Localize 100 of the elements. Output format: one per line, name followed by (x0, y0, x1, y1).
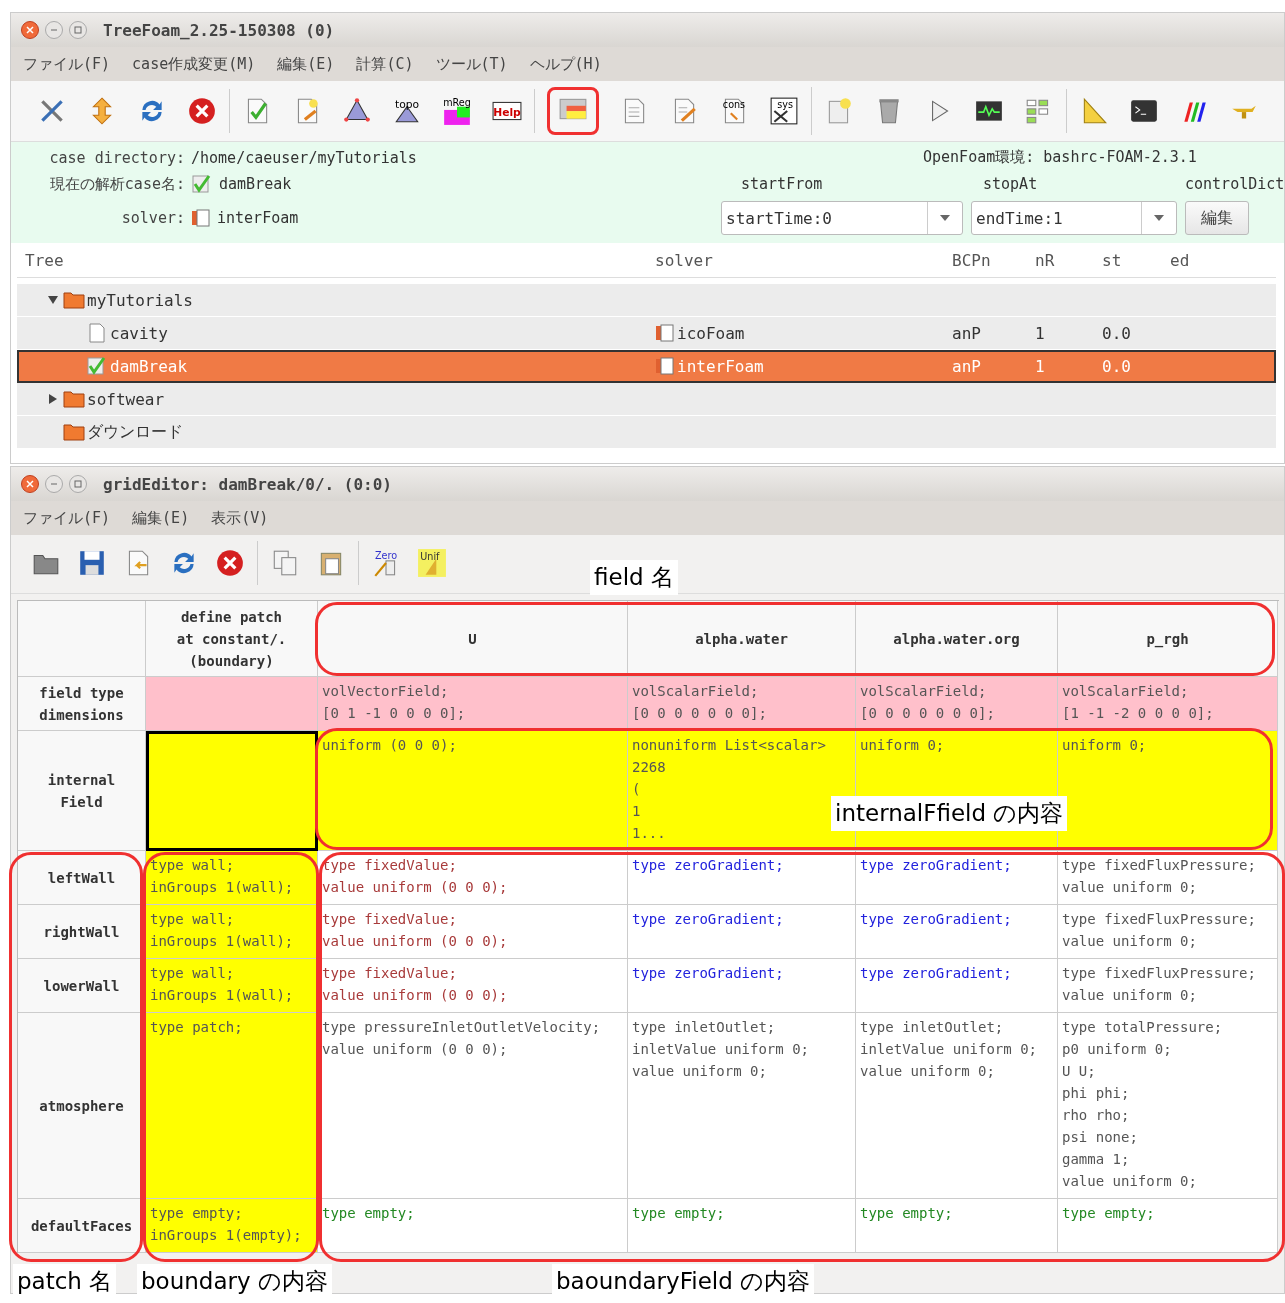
boundary-cell[interactable] (146, 731, 318, 851)
document-icon (655, 356, 675, 376)
table-cell: anP (952, 356, 981, 376)
minimize-icon (50, 26, 58, 34)
field-label: startFrom (740, 175, 824, 193)
menu-item[interactable]: 編集(E) (132, 508, 190, 528)
maximize-icon (74, 480, 82, 488)
close-icon (26, 480, 34, 488)
field-label: case directory: (48, 148, 186, 167)
menu-item[interactable]: ファイル(F) (23, 508, 111, 528)
caret-icon (1154, 214, 1164, 222)
environment-label: OpenFoam環境: bashrc-FOAM-2.3.1 (923, 148, 1197, 166)
close-window-button[interactable] (21, 21, 39, 39)
column-header[interactable]: st (1094, 250, 1162, 270)
document-icon (86, 323, 108, 343)
menu-item[interactable]: 計算(C) (356, 54, 414, 74)
save-icon[interactable] (77, 548, 107, 578)
annotation-label: internalFfield の内容 (831, 796, 1068, 831)
maximize-icon (74, 26, 82, 34)
minimize-button[interactable] (45, 475, 63, 493)
cell-text[interactable]: type empty; (1062, 1202, 1155, 1224)
tree-row[interactable]: softwear (17, 383, 1276, 416)
case-directory-value: /home/caeuser/myTutorials (191, 148, 417, 167)
start-from-dropdown[interactable]: startTime:0 (721, 201, 963, 235)
folder-icon (63, 290, 85, 310)
tree-row[interactable]: cavity icoFoam anP 1 0.0 (17, 317, 1276, 350)
row-header[interactable]: internal Field (18, 731, 146, 851)
checkmark-icon (191, 173, 213, 195)
tree-item-label: softwear (87, 389, 165, 409)
caret-icon (940, 214, 950, 222)
column-header[interactable]: define patch at constant/. (boundary) (146, 601, 318, 677)
expander-icon[interactable] (48, 295, 58, 305)
tree-row[interactable]: myTutorials (17, 284, 1276, 317)
table-cell: 0.0 (1102, 356, 1131, 376)
cell-text[interactable]: uniform 0; (1062, 734, 1147, 756)
table-cell: 0.0 (1102, 323, 1131, 343)
column-header[interactable]: Tree (17, 250, 647, 270)
close-window-button[interactable] (21, 475, 39, 493)
maximize-button[interactable] (69, 475, 87, 493)
document-icon (655, 323, 675, 343)
cell-text[interactable]: uniform 0; (860, 734, 945, 756)
menu-item[interactable]: case作成変更(M) (132, 54, 256, 74)
cell-text[interactable]: type empty; (632, 1202, 725, 1224)
cell-text[interactable]: type empty; (860, 1202, 953, 1224)
cell-text[interactable]: type empty; (322, 1202, 415, 1224)
column-header[interactable]: nR (1027, 250, 1094, 270)
column-header[interactable]: BCPn (944, 250, 1027, 270)
menu-item[interactable]: ツール(T) (435, 54, 508, 74)
window-title: gridEditor: damBreak/0/. (0:0) (103, 474, 392, 494)
close-icon[interactable] (187, 96, 217, 126)
annotation-label: field 名 (590, 560, 678, 595)
tree-item-label: damBreak (110, 356, 188, 376)
boundary-cell[interactable]: type wall; inGroups 1(wall); (146, 905, 318, 959)
column-header[interactable]: alpha.water.org (856, 601, 1058, 677)
minimize-button[interactable] (45, 21, 63, 39)
column-header[interactable]: ed (1162, 250, 1276, 270)
menu-item[interactable]: ヘルプ(H) (529, 54, 602, 74)
tree-item-label: ダウンロード (87, 421, 183, 443)
labeled-tools-icon[interactable]: sys (769, 96, 799, 126)
close-icon (26, 26, 34, 34)
expander-icon[interactable] (48, 394, 58, 404)
boundary-cell[interactable]: type wall; inGroups 1(wall); (146, 959, 318, 1013)
tree-row[interactable]: ダウンロード (17, 416, 1276, 449)
field-label: 現在の解析case名: (48, 174, 186, 194)
boundary-cell[interactable]: type patch; (146, 1013, 318, 1199)
table-cell: 1 (1035, 356, 1045, 376)
folder-icon (63, 389, 85, 409)
menu-item[interactable]: ファイル(F) (23, 54, 111, 74)
broom-icon[interactable]: Unif (417, 548, 447, 578)
column-header[interactable]: p_rgh (1058, 601, 1278, 677)
window-title: TreeFoam_2.25-150308 (0) (103, 20, 335, 40)
column-header[interactable]: alpha.water (628, 601, 856, 677)
menu-item[interactable]: 表示(V) (211, 508, 269, 528)
tree-item-label: cavity (110, 323, 168, 343)
field-label: solver: (120, 209, 186, 227)
row-header[interactable]: leftWall (18, 851, 146, 905)
close-icon[interactable] (215, 548, 245, 578)
boundary-cell[interactable]: type wall; inGroups 1(wall); (146, 851, 318, 905)
column-header[interactable]: U (318, 601, 628, 677)
stop-at-dropdown[interactable]: endTime:1 (971, 201, 1177, 235)
menu-item[interactable]: 編集(E) (277, 54, 335, 74)
boundary-cell[interactable] (146, 677, 318, 731)
table-cell: 1 (1035, 323, 1045, 343)
field-label: controlDict (1185, 175, 1285, 193)
solver-name: icoFoam (677, 323, 745, 343)
maximize-button[interactable] (69, 21, 87, 39)
case-name-value: damBreak (219, 175, 292, 193)
row-header[interactable]: field type dimensions (18, 677, 146, 731)
solver-value: interFoam (217, 209, 299, 227)
row-header[interactable]: defaultFaces (18, 1199, 146, 1253)
folder-icon (63, 422, 85, 442)
document-icon (191, 208, 211, 228)
edit-button[interactable]: 編集 (1185, 201, 1249, 235)
solver-name: interFoam (677, 356, 764, 376)
column-header[interactable]: solver (647, 250, 944, 270)
field-label: stopAt (982, 175, 1039, 193)
boundary-cell[interactable]: type empty; inGroups 1(empty); (146, 1199, 318, 1253)
cell-text[interactable]: uniform (0 0 0); (322, 734, 457, 756)
minimize-icon (50, 480, 58, 488)
checkmark-icon (86, 356, 108, 376)
